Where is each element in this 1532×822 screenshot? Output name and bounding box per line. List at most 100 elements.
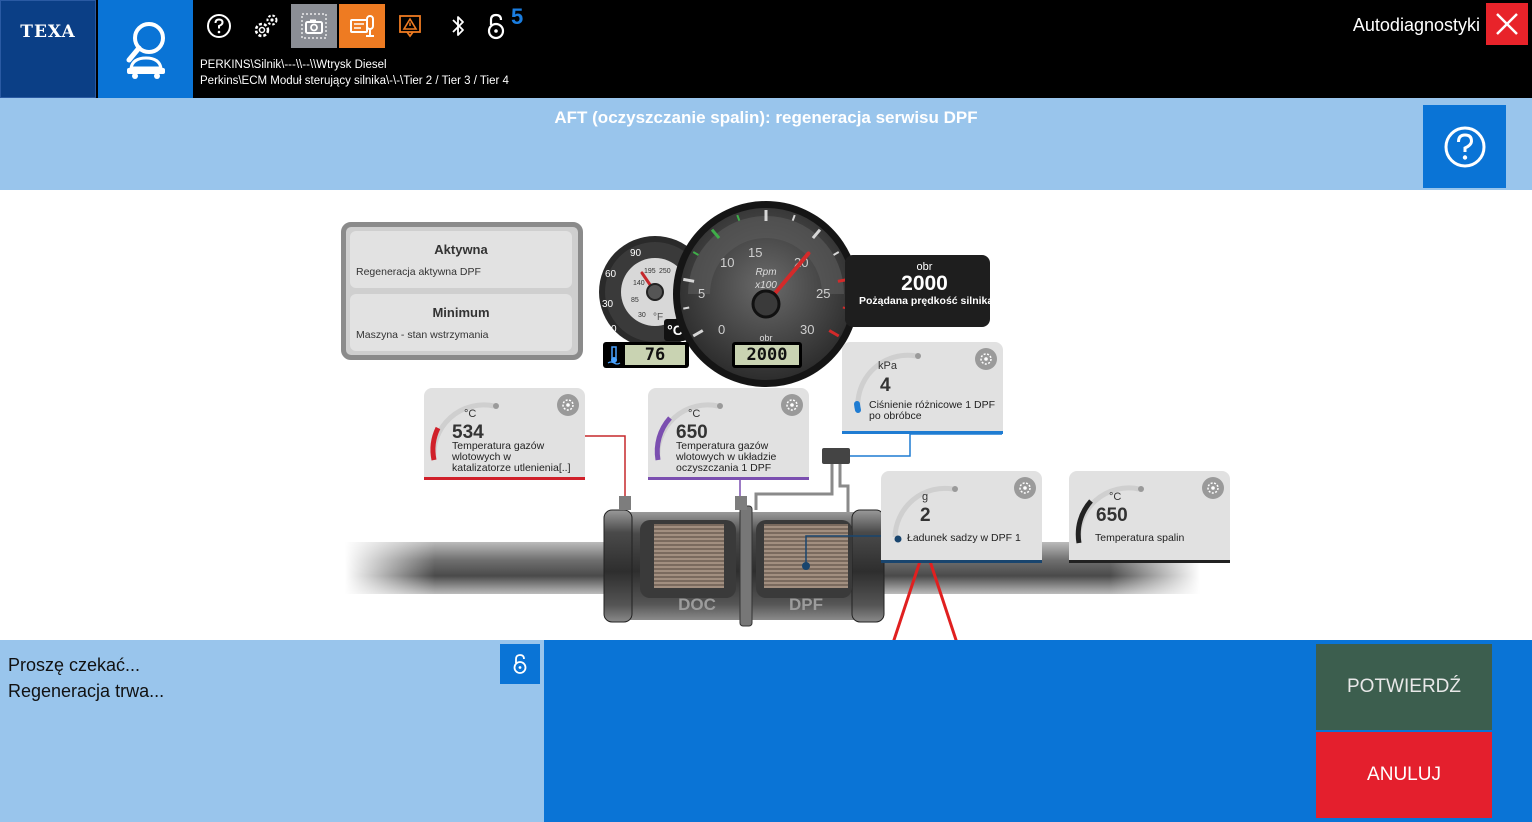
sensor-value: 2 (920, 505, 931, 526)
rpm-scale-label: 5 (698, 286, 705, 301)
sensor-unit: kPa (878, 360, 897, 372)
status-title: Aktywna (434, 242, 488, 257)
sensor-description: Temperatura spalin (1095, 533, 1184, 544)
sensor-color-bar (424, 477, 585, 480)
settings-toolbar-button[interactable] (243, 4, 289, 48)
sensor-color-bar (1069, 560, 1230, 563)
sensor-settings-icon[interactable] (975, 348, 997, 370)
rpm-scale-label: 25 (816, 286, 830, 301)
sensor-unit: °C (1109, 491, 1122, 503)
page-title: AFT (oczyszczanie spalin): regeneracja s… (554, 108, 978, 127)
wait-message: Proszę czekać... (8, 655, 141, 675)
sensor-card-soot-load[interactable]: g 2 Ładunek sadzy w DPF 1 (881, 471, 1042, 563)
padlock-icon (513, 654, 527, 674)
sensor-card-doc-inlet-temp[interactable]: °C 534 Temperatura gazów wlotowych w kat… (424, 388, 585, 480)
bluetooth-icon (452, 16, 464, 36)
unlock-button[interactable] (500, 644, 540, 684)
top-bar: TEXA 5 PERKINS\Silnik\---\\--\\Wtrysk Di… (0, 0, 1532, 98)
sensor-description-line: katalizatorze utlenienia[..] (452, 462, 571, 474)
sensor-color-bar (842, 431, 1003, 434)
rpm-multiplier: x100 (754, 280, 777, 291)
screenshot-toolbar-button[interactable] (291, 4, 337, 48)
temp-unit-f: °F (653, 312, 663, 323)
sensor-color-bar (648, 477, 809, 480)
temp-lcd: 76 (603, 342, 689, 368)
temp-scale-c: 0 (611, 324, 617, 335)
sensor-settings-icon[interactable] (1014, 477, 1036, 499)
vehicle-search-icon (126, 22, 165, 79)
sensor-settings-icon[interactable] (557, 394, 579, 416)
temp-scale-c: 60 (605, 269, 617, 280)
texa-logo: TEXA (0, 0, 96, 98)
warning-triangle-icon (399, 15, 421, 38)
screenshot-camera-icon (301, 13, 327, 39)
desired-rpm-readout: obr 2000 Pożądana prędkość silnika (845, 255, 994, 327)
title-bar: AFT (oczyszczanie spalin): regeneracja s… (0, 98, 1532, 190)
close-button[interactable] (1486, 3, 1528, 45)
cancel-button[interactable]: ANULUJ (1316, 732, 1492, 818)
gears-icon (254, 14, 278, 38)
temp-scale-c: 30 (602, 299, 614, 310)
dpf-label: DPF (789, 595, 823, 614)
sensor-value: 4 (880, 375, 891, 396)
help-button[interactable] (1423, 105, 1506, 188)
sensor-color-bar (881, 560, 1042, 563)
regeneration-message: Regeneracja trwa... (8, 681, 165, 701)
sensor-value: 650 (1096, 505, 1128, 526)
diagnostic-report-toolbar-button[interactable] (339, 4, 385, 48)
sensor-description: Temperatura gazów wlotowych w układzie o… (676, 441, 776, 474)
lock-count-badge: 5 (511, 4, 524, 29)
temp-lcd-value: 76 (625, 345, 685, 365)
status-title: Minimum (432, 305, 490, 320)
rpm-lcd: 2000 (732, 342, 802, 368)
vehicle-path-line1: PERKINS\Silnik\---\\--\\Wtrysk Diesel (200, 59, 387, 71)
rpm-lcd-value: 2000 (735, 345, 799, 365)
rpm-readout-value: 2000 (901, 272, 948, 295)
padlock-icon (487, 13, 505, 40)
sensor-unit: °C (688, 408, 701, 420)
rpm-readout-label: Pożądana prędkość silnika (859, 295, 994, 307)
vehicle-path-line2: Perkins\ECM Moduł sterujący silnika\-\-\… (200, 74, 509, 87)
sensor-description: Ciśnienie różnicowe 1 DPF po obróbce (869, 400, 995, 422)
status-box-active: Aktywna Regeneracja aktywna DPF (350, 231, 572, 288)
sensor-description-line: Temperatura spalin (1095, 532, 1185, 544)
sensor-description-line: Ładunek sadzy w DPF 1 (907, 532, 1021, 544)
action-panel: POTWIERDŹ ANULUJ (544, 640, 1532, 822)
rpm-tick (683, 277, 695, 283)
sensor-card-dpf-pressure[interactable]: kPa 4 Ciśnienie różnicowe 1 DPF po obrób… (842, 342, 1003, 434)
mode-title: Autodiagnostyki (1352, 15, 1480, 35)
sensor-card-dpf-inlet-temp[interactable]: °C 650 Temperatura gazów wlotowych w ukł… (648, 388, 809, 480)
warning-toolbar-button[interactable] (387, 4, 433, 48)
help-toolbar-button[interactable] (196, 4, 242, 48)
sensor-description: Ładunek sadzy w DPF 1 (907, 533, 1021, 544)
sensor-description: Temperatura gazów wlotowych w katalizato… (452, 441, 570, 474)
diagnostic-report-icon (350, 15, 374, 37)
vehicle-path: PERKINS\Silnik\---\\--\\Wtrysk Diesel Pe… (200, 58, 509, 89)
rpm-label: Rpm (755, 267, 776, 278)
rpm-tick (683, 306, 690, 310)
status-box-minimum: Minimum Maszyna - stan wstrzymania (350, 294, 572, 351)
thermometer-icon (607, 346, 621, 365)
temp-scale-f: 140 (633, 280, 645, 287)
app-window: TEXA 5 PERKINS\Silnik\---\\--\\Wtrysk Di… (0, 0, 1532, 822)
close-icon (1496, 13, 1518, 35)
status-subtitle: Maszyna - stan wstrzymania (356, 329, 489, 341)
doc-label: DOC (678, 595, 716, 614)
sensor-settings-icon[interactable] (1202, 477, 1224, 499)
regeneration-status-panel: Aktywna Regeneracja aktywna DPF Minimum … (341, 222, 583, 360)
help-circle-icon (1444, 126, 1485, 167)
confirm-button[interactable]: POTWIERDŹ (1316, 644, 1492, 730)
temp-scale-f: 250 (659, 268, 671, 275)
vehicle-search-button[interactable] (98, 0, 193, 98)
temp-scale-c: 90 (630, 248, 642, 259)
sensor-unit: g (922, 491, 929, 503)
sensor-card-exhaust-temp[interactable]: °C 650 Temperatura spalin (1069, 471, 1230, 563)
rpm-scale-label: 0 (718, 322, 725, 337)
doc-filter-element (654, 524, 724, 588)
help-circle-icon (207, 14, 231, 38)
rpm-scale-label: 10 (720, 255, 734, 270)
sensor-description-line: oczyszczania 1 DPF (676, 462, 772, 474)
sensor-description-line: po obróbce (869, 410, 922, 422)
temp-scale-f: 85 (631, 297, 639, 304)
sensor-settings-icon[interactable] (781, 394, 803, 416)
